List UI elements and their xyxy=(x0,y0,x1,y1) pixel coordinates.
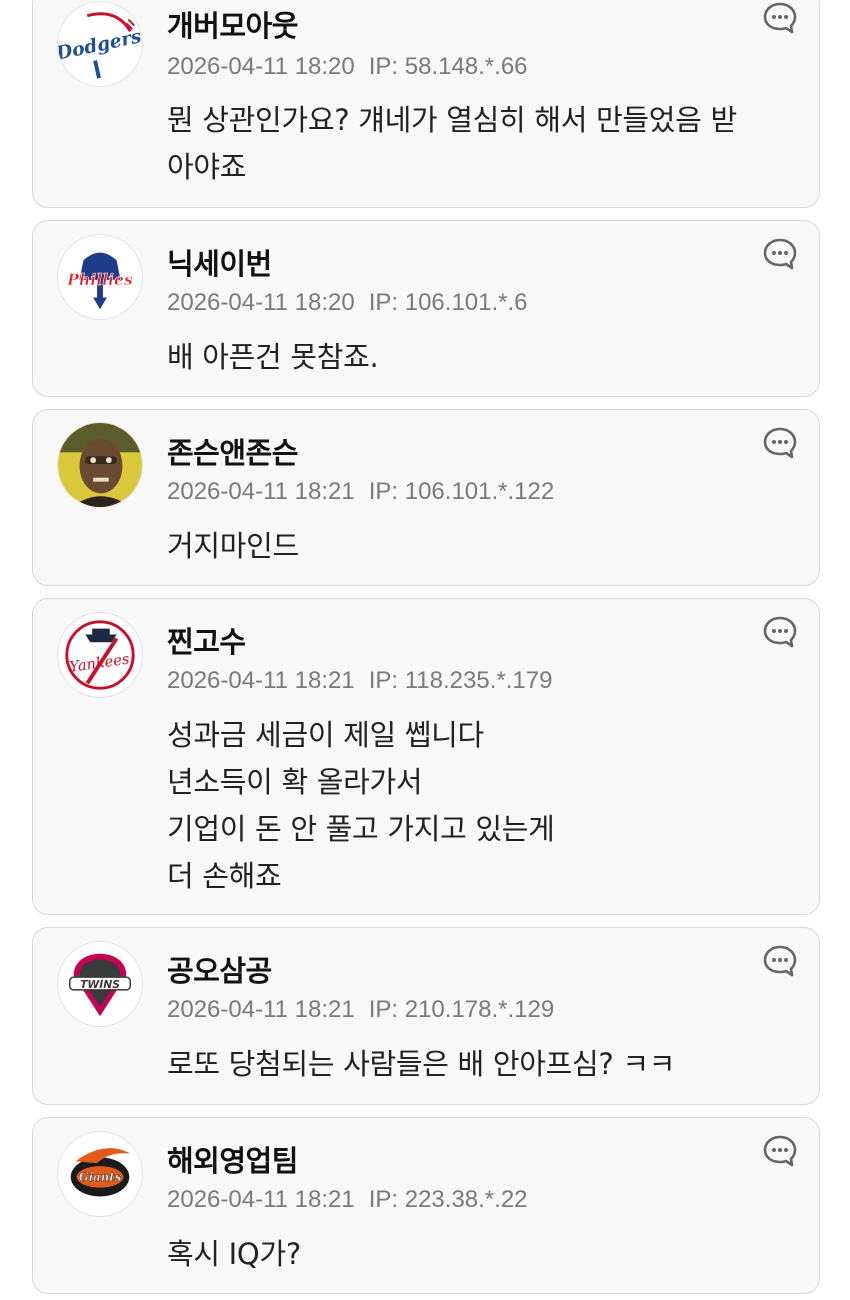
comment-line: 로또 당첨되는 사람들은 배 안아프심? ㅋㅋ xyxy=(167,1047,676,1081)
avatar[interactable]: Dodgers xyxy=(57,1,143,87)
nickname[interactable]: 해외영업팀 xyxy=(167,1138,298,1180)
reply-button[interactable] xyxy=(761,424,799,462)
avatar[interactable]: Yankees xyxy=(57,612,143,698)
comment-line: 성과금 세금이 제일 쎕니다 xyxy=(167,718,484,752)
comment-meta: 2026-04-11 18:20 IP: 58.148.*.66 xyxy=(167,53,528,81)
comment-meta: 2026-04-11 18:21 IP: 106.101.*.122 xyxy=(167,478,554,506)
comment-ip: IP: 106.101.*.6 xyxy=(368,289,528,316)
comment-ip: IP: 58.148.*.66 xyxy=(368,53,528,80)
nickname[interactable]: 닉세이번 xyxy=(167,241,272,283)
phillies-logo-icon: Phillies xyxy=(58,235,142,319)
comment-line: 뭔 상관인가요? 걔네가 열심히 해서 만들었음 받 xyxy=(167,103,737,137)
reply-button[interactable] xyxy=(761,235,799,273)
comment-body: 뭔 상관인가요? 걔네가 열심히 해서 만들었음 받 아야죠 xyxy=(167,97,797,191)
comment-body: 배 아픈건 못참죠. xyxy=(167,334,797,381)
comment-line: 혹시 IQ가? xyxy=(167,1237,301,1271)
yankees-logo-icon: Yankees xyxy=(58,613,142,697)
nickname[interactable]: 공오삼공 xyxy=(167,948,272,990)
comment-body: 로또 당첨되는 사람들은 배 안아프심? ㅋㅋ xyxy=(167,1041,797,1088)
comment-ip: IP: 106.101.*.122 xyxy=(368,478,555,505)
comment-body: 거지마인드 xyxy=(167,523,797,570)
avatar[interactable] xyxy=(57,422,143,508)
avatar[interactable]: TWINS xyxy=(57,941,143,1027)
comment-card: 존슨앤존슨 2026-04-11 18:21 IP: 106.101.*.122 … xyxy=(32,409,820,586)
comment-meta: 2026-04-11 18:21 IP: 118.235.*.179 xyxy=(167,667,552,695)
comment-line: 기업이 돈 안 풀고 가지고 있는게 xyxy=(167,812,555,846)
comment-ip: IP: 223.38.*.22 xyxy=(368,1186,528,1213)
comment-body: 성과금 세금이 제일 쎕니다 년소득이 확 올라가서 기업이 돈 안 풀고 가지… xyxy=(167,712,797,900)
reply-button[interactable] xyxy=(761,613,799,651)
comment-ip: IP: 210.178.*.129 xyxy=(368,996,555,1023)
comment-date: 2026-04-11 18:21 xyxy=(167,478,355,505)
comment-date: 2026-04-11 18:20 xyxy=(167,53,355,80)
comment-line: 거지마인드 xyxy=(167,529,299,563)
comment-date: 2026-04-11 18:21 xyxy=(167,1186,355,1213)
avatar[interactable]: Giants xyxy=(57,1131,143,1217)
dodgers-logo-icon: Dodgers xyxy=(58,2,142,86)
comment-date: 2026-04-11 18:20 xyxy=(167,289,355,316)
comment-line: 아야죠 xyxy=(167,150,247,184)
comment-ip: IP: 118.235.*.179 xyxy=(368,667,553,694)
nickname[interactable]: 찐고수 xyxy=(167,619,246,661)
comment-line: 배 아픈건 못참죠. xyxy=(167,340,379,374)
nickname[interactable]: 존슨앤존슨 xyxy=(167,430,298,472)
comment-date: 2026-04-11 18:21 xyxy=(167,996,355,1023)
comment-bubble-icon xyxy=(763,2,797,34)
comment-card: Giants 해외영업팀 2026-04-11 18:21 IP: 223.38.… xyxy=(32,1117,820,1294)
comment-body: 혹시 IQ가? xyxy=(167,1231,797,1278)
comment-meta: 2026-04-11 18:21 IP: 223.38.*.22 xyxy=(167,1186,528,1214)
reply-button[interactable] xyxy=(761,1132,799,1170)
giants-logo-icon: Giants xyxy=(58,1132,142,1216)
avatar-logo-text: TWINS xyxy=(80,978,120,991)
lg-twins-logo-icon: TWINS xyxy=(58,942,142,1026)
comment-card: Dodgers 개버모아웃 2026-04-11 18:20 IP: 58.148… xyxy=(32,0,820,208)
reply-button[interactable] xyxy=(761,942,799,980)
reply-button[interactable] xyxy=(761,0,799,37)
comment-line: 년소득이 확 올라가서 xyxy=(167,765,423,799)
comment-date: 2026-04-11 18:21 xyxy=(167,667,355,694)
comment-card: Phillies 닉세이번 2026-04-11 18:20 IP: 106.10… xyxy=(32,220,820,397)
comment-bubble-icon xyxy=(763,616,797,648)
comment-card: TWINS 공오삼공 2026-04-11 18:21 IP: 210.178.*… xyxy=(32,927,820,1105)
avatar-logo-text: Phillies xyxy=(66,270,133,289)
avatar[interactable]: Phillies xyxy=(57,234,143,320)
comment-meta: 2026-04-11 18:21 IP: 210.178.*.129 xyxy=(167,996,554,1024)
comment-bubble-icon xyxy=(763,945,797,977)
comment-card: Yankees 찐고수 2026-04-11 18:21 IP: 118.235.… xyxy=(32,598,820,915)
avatar-logo-text: Giants xyxy=(79,1170,122,1184)
nickname[interactable]: 개버모아웃 xyxy=(167,3,298,45)
comment-bubble-icon xyxy=(763,1135,797,1167)
comment-bubble-icon xyxy=(763,238,797,270)
person-photo-icon xyxy=(58,423,142,507)
comment-line: 더 손해죠 xyxy=(167,859,282,893)
comment-meta: 2026-04-11 18:20 IP: 106.101.*.6 xyxy=(167,289,528,317)
comment-bubble-icon xyxy=(763,427,797,459)
